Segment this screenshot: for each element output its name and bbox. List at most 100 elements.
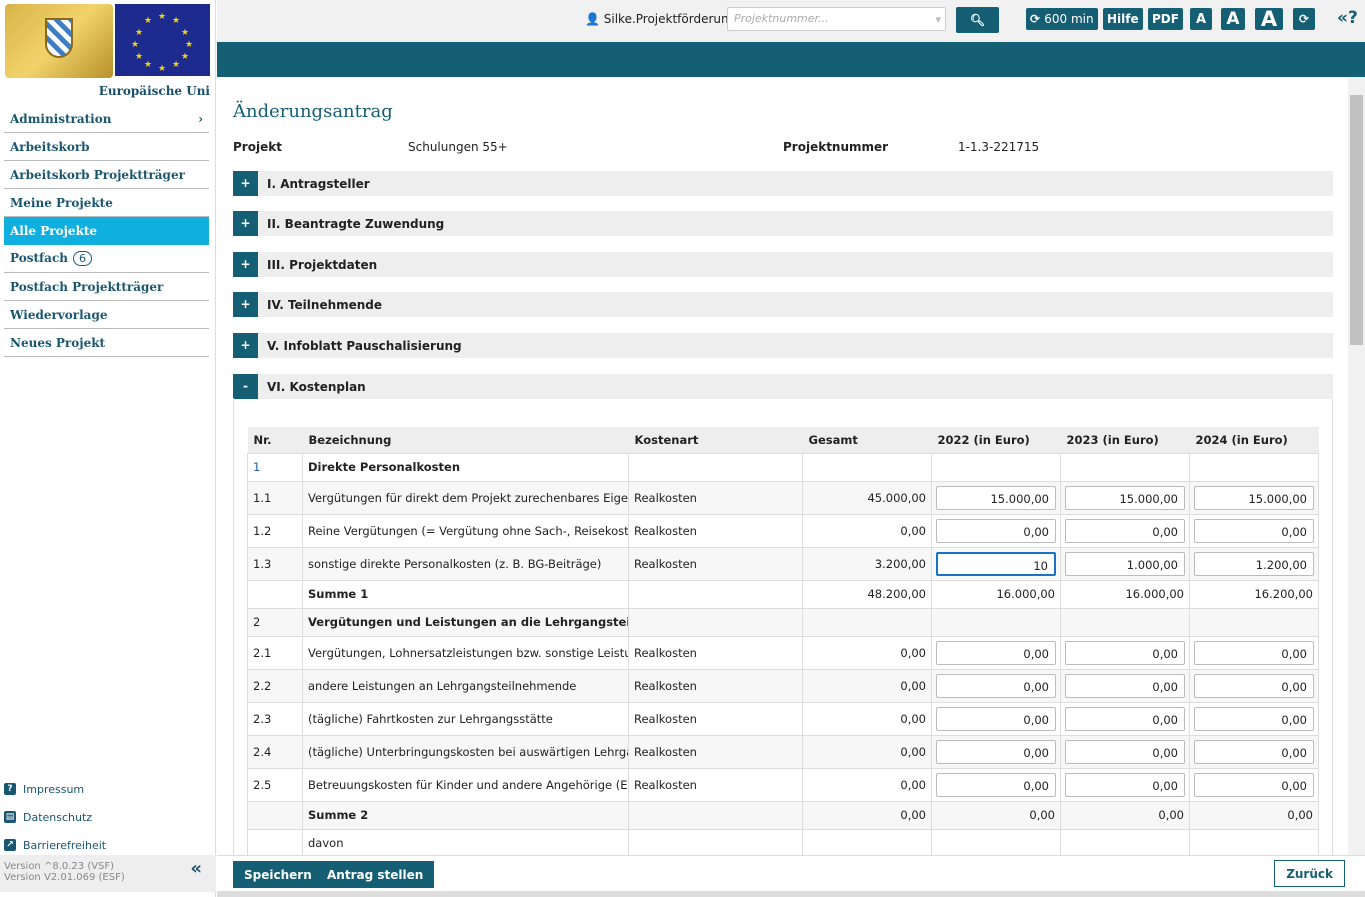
row-gesamt	[802, 607, 932, 637]
amount-input-2023[interactable]: 0,00	[1065, 518, 1185, 543]
year-value-2024: 0,00	[1189, 800, 1319, 830]
year-cell: 0,00	[1189, 513, 1319, 548]
bavaria-coat-of-arms-logo	[5, 4, 113, 78]
expand-icon[interactable]: +	[233, 211, 258, 236]
version-esf: Version V2.01.069 (ESF)	[4, 872, 125, 883]
amount-input-2022[interactable]: 10	[936, 551, 1056, 576]
sidebar-item-label: Postfach Projektträger	[10, 280, 163, 294]
search-button[interactable]: 🔍︎	[956, 7, 999, 33]
version-info: Version ^8.0.23 (VSF) Version V2.01.069 …	[0, 855, 216, 892]
sidebar-item-neues-projekt[interactable]: Neues Projekt	[4, 329, 209, 357]
project-number-search-input[interactable]: Projektnummer...	[727, 7, 946, 31]
amount-input-2023[interactable]: 0,00	[1065, 673, 1185, 698]
amount-input-2024[interactable]: 0,00	[1194, 706, 1314, 731]
page-title: Änderungsantrag	[233, 101, 393, 122]
sidebar-item-arbeitskorb[interactable]: Arbeitskorb	[4, 133, 209, 161]
table-row: 2.1 Vergütungen, Lohnersatzleistungen bzw…	[247, 635, 1319, 670]
amount-input-2024[interactable]: 15.000,00	[1194, 485, 1314, 510]
question-circle-icon: ?	[4, 783, 16, 795]
sidebar-item-postfach[interactable]: Postfach 6	[4, 245, 209, 273]
amount-input-2022[interactable]: 15.000,00	[936, 485, 1056, 510]
reset-button[interactable]: ⟳	[1293, 8, 1315, 30]
sidebar-item-alle-projekte[interactable]: Alle Projekte	[4, 217, 209, 245]
amount-input-2023[interactable]: 0,00	[1065, 772, 1185, 797]
footer-links: ? Impressum ▤ Datenschutz ↗ Barrierefreiheit	[4, 775, 106, 859]
amount-input-2023[interactable]: 0,00	[1065, 640, 1185, 665]
refresh-icon: ⟳	[1030, 12, 1041, 26]
sidebar-item-postfach-projektträger[interactable]: Postfach Projektträger	[4, 273, 209, 301]
row-bezeichnung: Direkte Personalkosten	[302, 452, 629, 482]
row-nr: 2.5	[247, 767, 303, 802]
sidebar-item-arbeitskorb-projektträger[interactable]: Arbeitskorb Projektträger	[4, 161, 209, 189]
footer-link-impressum[interactable]: ? Impressum	[4, 775, 106, 803]
amount-input-2024[interactable]: 0,00	[1194, 518, 1314, 543]
submit-application-button[interactable]: Antrag stellen	[316, 861, 435, 888]
sidebar-item-meine-projekte[interactable]: Meine Projekte	[4, 189, 209, 217]
year-value-2024	[1189, 607, 1319, 637]
user-name[interactable]: 👤 Silke.Projektförderung	[585, 12, 736, 26]
count-badge: 6	[72, 251, 92, 266]
expand-icon[interactable]: +	[233, 171, 258, 196]
amount-input-2022[interactable]: 0,00	[936, 772, 1056, 797]
scrollbar-thumb[interactable]	[1350, 95, 1363, 345]
amount-input-2022[interactable]: 0,00	[936, 739, 1056, 764]
amount-input-2024[interactable]: 0,00	[1194, 772, 1314, 797]
collapse-icon[interactable]: -	[233, 374, 258, 399]
sidebar-item-text: Administration	[10, 111, 112, 126]
amount-input-2023[interactable]: 0,00	[1065, 706, 1185, 731]
row-bezeichnung: Vergütungen und Leistungen an die Lehrga…	[302, 607, 629, 637]
row-nr	[247, 828, 303, 855]
year-cell: 0,00	[1189, 635, 1319, 670]
amount-input-2022[interactable]: 0,00	[936, 640, 1056, 665]
font-medium-button[interactable]: A	[1221, 8, 1245, 30]
section-title: IV. Teilnehmende	[267, 297, 383, 312]
expand-icon[interactable]: +	[233, 333, 258, 358]
amount-input-2024[interactable]: 0,00	[1194, 739, 1314, 764]
pdf-button[interactable]: PDF	[1148, 8, 1183, 30]
collapse-sidebar-icon[interactable]: «	[190, 860, 202, 878]
amount-input-2022[interactable]: 0,00	[936, 706, 1056, 731]
year-value-2023: 16.000,00	[1060, 579, 1190, 609]
main-content: Änderungsantrag Projekt Schulungen 55+ P…	[217, 77, 1348, 855]
amount-input-2023[interactable]: 1.000,00	[1065, 551, 1185, 576]
amount-input-2023[interactable]: 15.000,00	[1065, 485, 1185, 510]
sidebar-item-administration[interactable]: Administration ›	[4, 105, 209, 133]
amount-input-2024[interactable]: 0,00	[1194, 640, 1314, 665]
row-kostenart: Realkosten	[628, 480, 803, 515]
save-button[interactable]: Speichern	[233, 861, 323, 888]
amount-input-2022[interactable]: 0,00	[936, 673, 1056, 698]
table-row: 1.1 Vergütungen für direkt dem Projekt zu…	[247, 480, 1319, 515]
footer-link-datenschutz[interactable]: ▤ Datenschutz	[4, 803, 106, 831]
amount-input-2022[interactable]: 0,00	[936, 518, 1056, 543]
amount-input-2023[interactable]: 0,00	[1065, 739, 1185, 764]
expand-icon[interactable]: +	[233, 292, 258, 317]
section-4[interactable]: + IV. Teilnehmende	[233, 292, 1333, 317]
section-title: V. Infoblatt Pauschalisierung	[267, 338, 462, 353]
section-title: I. Antragsteller	[267, 176, 370, 191]
amount-input-2024[interactable]: 0,00	[1194, 673, 1314, 698]
table-row: Summe 2 0,00 0,00 0,00 0,00	[247, 800, 1319, 830]
section-1[interactable]: + I. Antragsteller	[233, 171, 1333, 196]
font-small-button[interactable]: A	[1190, 8, 1212, 30]
amount-input-2024[interactable]: 1.200,00	[1194, 551, 1314, 576]
vertical-scrollbar[interactable]	[1348, 77, 1365, 855]
expand-icon[interactable]: +	[233, 252, 258, 277]
table-row: 2 Vergütungen und Leistungen an die Lehrg…	[247, 607, 1319, 637]
sidebar-item-wiedervorlage[interactable]: Wiedervorlage	[4, 301, 209, 329]
year-cell: 0,00	[1060, 734, 1190, 769]
section-3[interactable]: + III. Projektdaten	[233, 252, 1333, 277]
projektnummer-value: 1-1.3-221715	[958, 140, 1040, 154]
year-value-2022	[931, 452, 1061, 482]
help-toggle[interactable]: «?	[1337, 8, 1358, 28]
section-2[interactable]: + II. Beantragte Zuwendung	[233, 211, 1333, 236]
section-6[interactable]: - VI. Kostenplan	[233, 374, 1333, 399]
year-cell: 0,00	[931, 635, 1061, 670]
row-kostenart: Realkosten	[628, 734, 803, 769]
row-nr: 2	[247, 607, 303, 637]
section-5[interactable]: + V. Infoblatt Pauschalisierung	[233, 333, 1333, 358]
back-button[interactable]: Zurück	[1274, 860, 1345, 887]
font-large-button[interactable]: A	[1255, 7, 1283, 31]
table-row: 2.5 Betreuungskosten für Kinder und ander…	[247, 767, 1319, 802]
session-timer-button[interactable]: ⟳ 600 min	[1026, 8, 1098, 30]
hilfe-button[interactable]: Hilfe	[1103, 8, 1143, 30]
